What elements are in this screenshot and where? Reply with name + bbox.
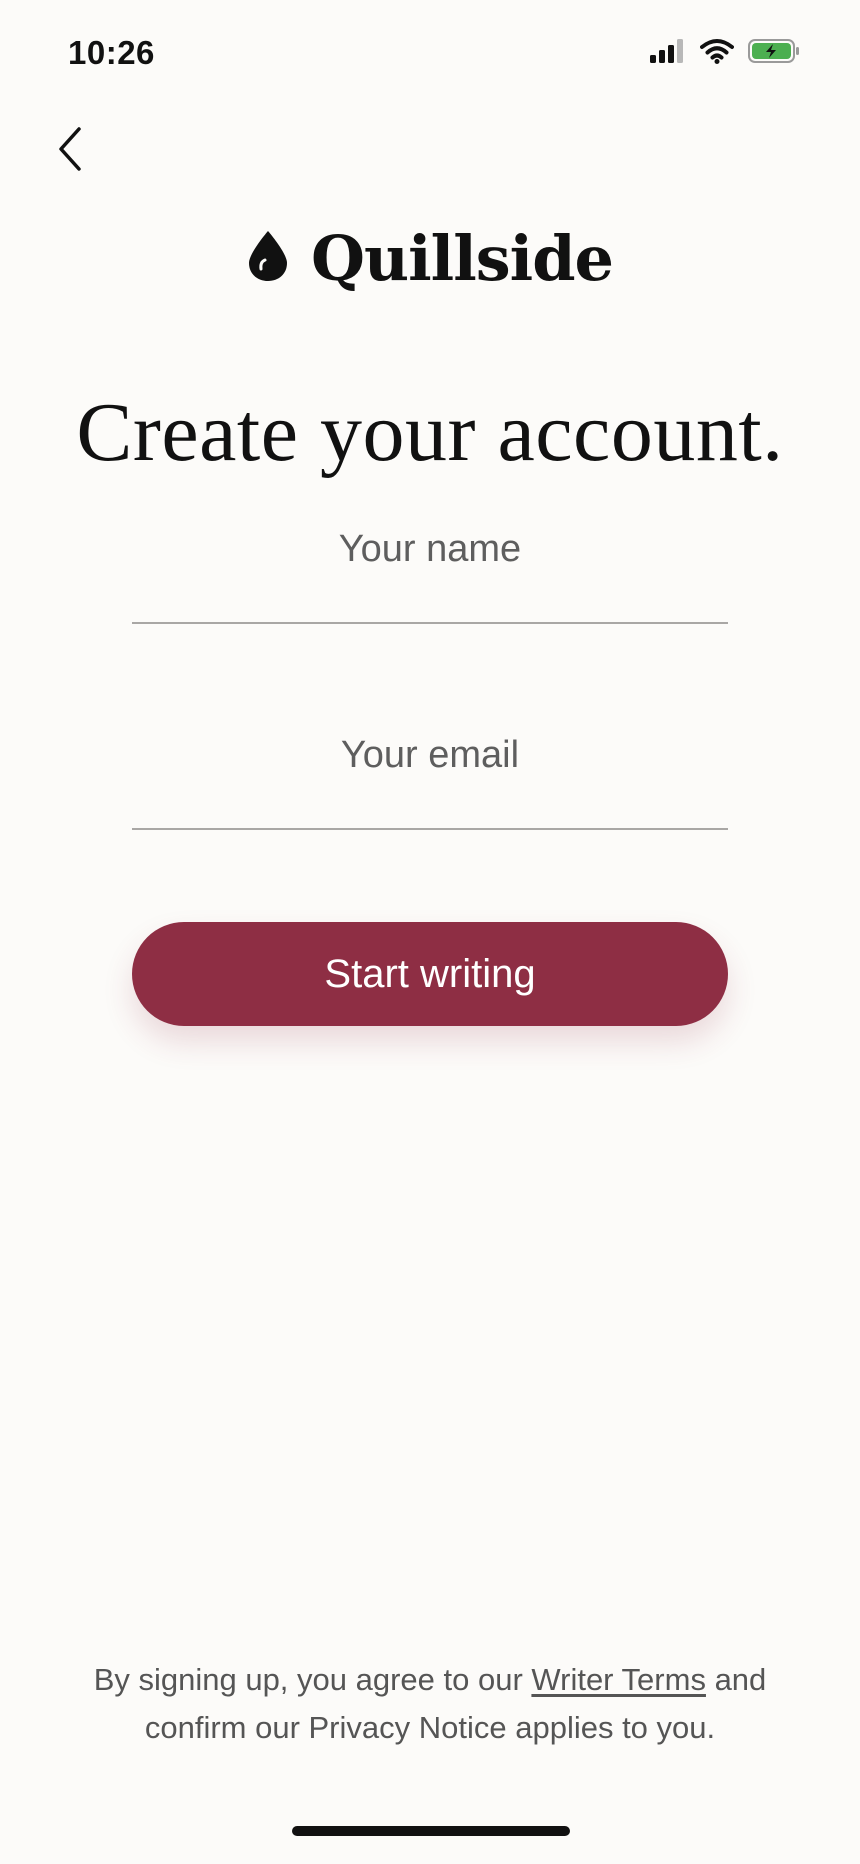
legal-notice: By signing up, you agree to our Writer T… [60, 1656, 800, 1752]
cellular-signal-icon [650, 39, 686, 68]
email-field [132, 726, 728, 830]
status-bar: 10:26 [0, 0, 860, 110]
start-writing-button[interactable]: Start writing [132, 922, 728, 1026]
page-title: Create your account. [76, 386, 784, 479]
name-input[interactable] [132, 520, 728, 624]
name-field [132, 520, 728, 624]
email-input[interactable] [132, 726, 728, 830]
ink-drop-icon [247, 229, 289, 288]
brand-logo: Quillside [0, 222, 860, 295]
home-indicator[interactable] [292, 1826, 570, 1836]
chevron-left-icon [55, 125, 85, 178]
back-button[interactable] [40, 116, 100, 186]
writer-terms-link[interactable]: Writer Terms [531, 1662, 706, 1697]
legal-prefix: By signing up, you agree to our [93, 1662, 532, 1697]
wifi-icon [700, 38, 734, 69]
battery-charging-icon [748, 39, 800, 68]
brand-name: Quillside [311, 222, 614, 295]
status-time: 10:26 [68, 34, 155, 71]
status-icons [650, 38, 800, 69]
